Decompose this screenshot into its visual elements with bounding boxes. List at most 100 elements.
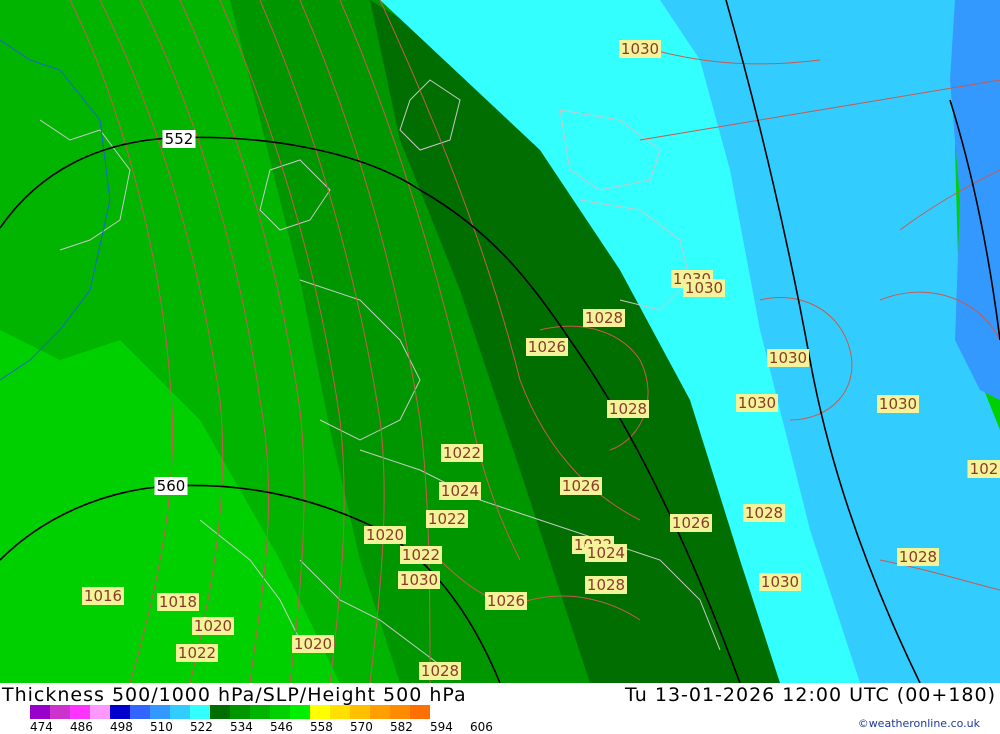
pressure-label-text: 1024 <box>441 482 479 500</box>
pressure-label-text: 1026 <box>487 592 525 610</box>
scale-segment <box>250 705 270 719</box>
pressure-label: 1022 <box>441 444 483 462</box>
scale-segment <box>350 705 370 719</box>
scale-label: 606 <box>470 720 493 734</box>
pressure-label: 1028 <box>743 504 785 522</box>
scale-label: 498 <box>110 720 133 734</box>
pressure-label: 1026 <box>485 592 527 610</box>
pressure-label: 1028 <box>585 576 627 594</box>
pressure-label-text: 1024 <box>587 544 625 562</box>
pressure-label-text: 1030 <box>400 571 438 589</box>
scale-label: 474 <box>30 720 53 734</box>
scale-label: 582 <box>390 720 413 734</box>
pressure-label: 102 <box>968 460 1000 478</box>
pressure-label-text: 1030 <box>685 279 723 297</box>
pressure-label-text: 1026 <box>528 338 566 356</box>
scale-segment <box>230 705 250 719</box>
pressure-label-text: 1020 <box>294 635 332 653</box>
scale-segment <box>50 705 70 719</box>
scale-segment <box>70 705 90 719</box>
scale-segment <box>210 705 230 719</box>
scale-segment <box>150 705 170 719</box>
pressure-label-text: 1028 <box>421 662 459 680</box>
pressure-label: 1030 <box>736 394 778 412</box>
pressure-label-text: 102 <box>970 460 999 478</box>
scale-label: 534 <box>230 720 253 734</box>
pressure-label-text: 1020 <box>194 617 232 635</box>
pressure-label: 1030 <box>683 279 725 297</box>
scale-label: 558 <box>310 720 333 734</box>
pressure-label: 1030 <box>759 573 801 591</box>
pressure-label-text: 1028 <box>899 548 937 566</box>
height-label: 560 <box>155 477 188 495</box>
credit-link[interactable]: ©weatheronline.co.uk <box>858 717 980 730</box>
pressure-label-text: 1018 <box>159 593 197 611</box>
pressure-label: 1028 <box>607 400 649 418</box>
pressure-label: 1024 <box>439 482 481 500</box>
pressure-label: 1030 <box>877 395 919 413</box>
scale-label: 546 <box>270 720 293 734</box>
pressure-label: 1020 <box>292 635 334 653</box>
scale-segment <box>410 705 430 719</box>
pressure-label-text: 1030 <box>769 349 807 367</box>
pressure-label: 1026 <box>526 338 568 356</box>
pressure-label: 1024 <box>585 544 627 562</box>
pressure-label: 1018 <box>157 593 199 611</box>
pressure-label: 1028 <box>419 662 461 680</box>
scale-segment <box>90 705 110 719</box>
scale-segment <box>310 705 330 719</box>
map-title: Thickness 500/1000 hPa/SLP/Height 500 hP… <box>2 684 467 706</box>
scale-segment <box>290 705 310 719</box>
pressure-label-text: 1028 <box>587 576 625 594</box>
weather-map: 552 560 1030 1030 1030 1028 1026 1030 1028 1030 1… <box>0 0 1000 683</box>
pressure-label: 1022 <box>400 546 442 564</box>
scale-segment <box>170 705 190 719</box>
pressure-label: 1026 <box>670 514 712 532</box>
scale-segment <box>330 705 350 719</box>
pressure-label: 1020 <box>364 526 406 544</box>
pressure-label-text: 1022 <box>178 644 216 662</box>
scale-label: 570 <box>350 720 373 734</box>
pressure-label-text: 1028 <box>585 309 623 327</box>
pressure-label-text: 1028 <box>609 400 647 418</box>
height-label-text: 560 <box>157 477 186 495</box>
scale-segment <box>190 705 210 719</box>
pressure-label-text: 1022 <box>428 510 466 528</box>
scale-label: 486 <box>70 720 93 734</box>
pressure-label: 1030 <box>619 40 661 58</box>
forecast-datetime: Tu 13-01-2026 12:00 UTC (00+180) <box>625 684 996 706</box>
pressure-label-text: 1030 <box>761 573 799 591</box>
pressure-label-text: 1030 <box>621 40 659 58</box>
pressure-label-text: 1026 <box>562 477 600 495</box>
scale-label: 522 <box>190 720 213 734</box>
pressure-label: 1028 <box>583 309 625 327</box>
scale-segment <box>270 705 290 719</box>
pressure-label-text: 1030 <box>879 395 917 413</box>
color-scale-bar <box>30 705 430 719</box>
pressure-label: 1020 <box>192 617 234 635</box>
color-scale-labels: 474 486 498 510 522 534 546 558 570 582 594 606 <box>30 720 510 732</box>
pressure-label: 1030 <box>398 571 440 589</box>
scale-segment <box>30 705 50 719</box>
footer: Thickness 500/1000 hPa/SLP/Height 500 hP… <box>0 683 1000 733</box>
pressure-label-text: 1030 <box>738 394 776 412</box>
scale-label: 594 <box>430 720 453 734</box>
scale-segment <box>130 705 150 719</box>
pressure-label: 1028 <box>897 548 939 566</box>
scale-label: 510 <box>150 720 173 734</box>
pressure-label: 1016 <box>82 587 124 605</box>
scale-segment <box>390 705 410 719</box>
pressure-label: 1022 <box>426 510 468 528</box>
pressure-label: 1022 <box>176 644 218 662</box>
height-label: 552 <box>163 130 196 148</box>
pressure-label: 1026 <box>560 477 602 495</box>
scale-segment <box>370 705 390 719</box>
pressure-label-text: 1020 <box>366 526 404 544</box>
pressure-label-text: 1022 <box>443 444 481 462</box>
pressure-label-text: 1028 <box>745 504 783 522</box>
pressure-label-text: 1022 <box>402 546 440 564</box>
pressure-label-text: 1016 <box>84 587 122 605</box>
height-label-text: 552 <box>165 130 194 148</box>
scale-segment <box>110 705 130 719</box>
pressure-label-text: 1026 <box>672 514 710 532</box>
